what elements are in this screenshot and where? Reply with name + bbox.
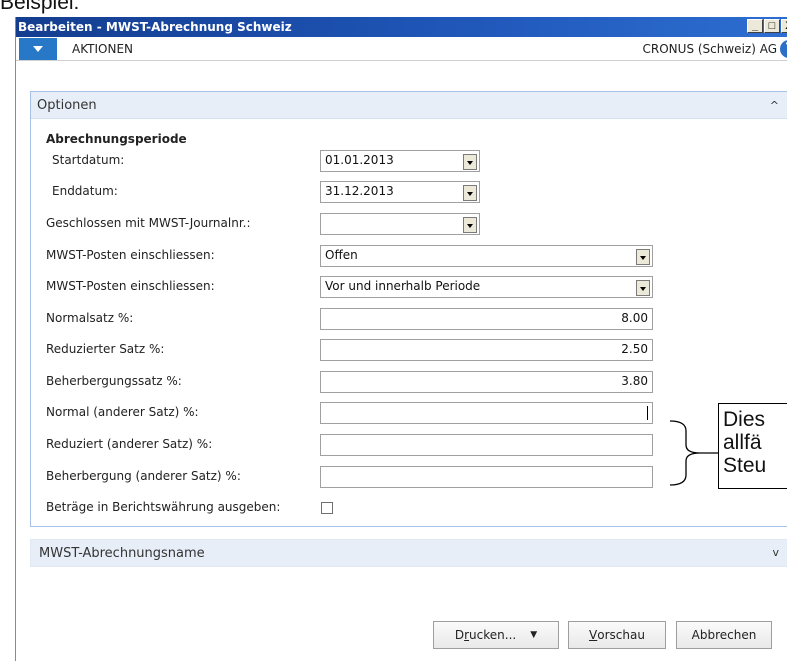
print-button-label-prefix: D xyxy=(454,628,465,642)
help-icon[interactable]: ? xyxy=(780,40,787,58)
include-entries-select-1[interactable]: Offen xyxy=(320,245,653,267)
print-button[interactable]: Dr ucken... ▼ xyxy=(433,621,559,649)
button-bar: Dr ucken... ▼ Vorschau Abbrechen xyxy=(16,621,787,651)
statement-name-fasttab-title: MWST-Abrechnungsname xyxy=(39,545,205,561)
window-titlebar[interactable]: Bearbeiten - MWST-Abrechnung Schweiz _ □… xyxy=(16,17,787,37)
lodging-rate-label: Beherbergungssatz %: xyxy=(46,374,182,388)
normal-rate-field[interactable]: 8.00 xyxy=(320,308,653,330)
maximize-button[interactable]: □ xyxy=(764,19,780,33)
text-cursor xyxy=(647,406,648,420)
print-button-label-rest: ucken... xyxy=(469,628,517,642)
normal-rate-row: Normalsatz %: 8.00 xyxy=(31,307,787,331)
collapse-chevron-icon[interactable]: ^ xyxy=(770,99,779,112)
period-group-label: Abrechnungsperiode xyxy=(46,132,187,146)
annotation-callout: Dies allfä Steu xyxy=(718,403,787,489)
preview-button-label-accesskey: V xyxy=(589,628,598,642)
include-entries-label-1: MWST-Posten einschliessen: xyxy=(46,248,215,262)
closed-journal-dropdown-button[interactable] xyxy=(463,217,477,233)
actions-tab[interactable]: AKTIONEN xyxy=(72,42,133,56)
lodging-rate-row: Beherbergungssatz %: 3.80 xyxy=(31,370,787,394)
company-name: CRONUS (Schweiz) AG xyxy=(642,42,777,56)
start-date-value: 01.01.2013 xyxy=(325,153,394,167)
start-date-field[interactable]: 01.01.2013 xyxy=(320,150,480,172)
normal-rate-label: Normalsatz %: xyxy=(46,311,134,325)
include-entries-dropdown-button-1[interactable] xyxy=(636,249,650,265)
dropdown-arrow-icon xyxy=(467,192,473,196)
chevron-down-icon xyxy=(33,45,43,52)
dropdown-arrow-icon xyxy=(467,224,473,228)
window-controls: _ □ X xyxy=(747,19,787,33)
actions-menu-button[interactable] xyxy=(19,37,57,60)
cancel-button[interactable]: Abbrechen xyxy=(676,621,772,649)
include-entries-value-1: Offen xyxy=(325,248,358,262)
document-snippet-text: Beispiel: xyxy=(0,0,80,14)
dropdown-arrow-icon xyxy=(640,287,646,291)
closed-journal-row: Geschlossen mit MWST-Journalnr.: xyxy=(31,212,787,236)
expand-chevron-icon[interactable]: v xyxy=(772,546,779,559)
callout-line-2: allfä xyxy=(723,431,762,454)
end-date-dropdown-button[interactable] xyxy=(463,185,477,201)
minimize-button[interactable]: _ xyxy=(747,19,763,33)
options-fasttab-header[interactable]: Optionen ^ xyxy=(31,92,787,119)
include-entries-row-2: MWST-Posten einschliessen: Vor und inner… xyxy=(31,275,787,299)
normal-other-rate-field[interactable] xyxy=(320,402,653,424)
lodging-other-rate-field[interactable] xyxy=(320,466,653,488)
close-button[interactable]: X xyxy=(781,19,787,33)
closed-journal-field[interactable] xyxy=(320,213,480,235)
lodging-other-rate-label: Beherbergung (anderer Satz) %: xyxy=(46,469,241,483)
preview-button-label-rest: orschau xyxy=(597,628,645,642)
currency-output-checkbox[interactable] xyxy=(321,502,333,514)
end-date-row: Enddatum: 31.12.2013 xyxy=(31,180,787,204)
end-date-field[interactable]: 31.12.2013 xyxy=(320,181,480,203)
start-date-row: Startdatum: 01.01.2013 xyxy=(31,149,787,173)
include-entries-label-2: MWST-Posten einschliessen: xyxy=(46,279,215,293)
curly-brace-icon xyxy=(669,420,718,486)
callout-line-3: Steu xyxy=(723,454,767,477)
ribbon-toolbar: AKTIONEN CRONUS (Schweiz) AG ? xyxy=(16,37,787,61)
statement-name-fasttab[interactable]: MWST-Abrechnungsname v xyxy=(30,539,787,567)
include-entries-value-2: Vor und innerhalb Periode xyxy=(325,279,481,293)
callout-line-1: Dies xyxy=(723,408,766,431)
reduced-rate-field[interactable]: 2.50 xyxy=(320,339,653,361)
reduced-rate-label: Reduzierter Satz %: xyxy=(46,342,165,356)
report-request-window: Bearbeiten - MWST-Abrechnung Schweiz _ □… xyxy=(15,17,787,661)
window-title: Bearbeiten - MWST-Abrechnung Schweiz xyxy=(18,20,292,34)
start-date-label: Startdatum: xyxy=(52,153,125,167)
dropdown-arrow-icon xyxy=(467,161,473,165)
include-entries-select-2[interactable]: Vor und innerhalb Periode xyxy=(320,276,653,298)
closed-journal-label: Geschlossen mit MWST-Journalnr.: xyxy=(46,216,251,230)
currency-output-label: Beträge in Berichtswährung ausgeben: xyxy=(46,500,281,514)
normal-other-rate-label: Normal (anderer Satz) %: xyxy=(46,405,199,419)
dropdown-arrow-icon xyxy=(640,256,646,260)
include-entries-row-1: MWST-Posten einschliessen: Offen xyxy=(31,244,787,268)
page: Beispiel: Bearbeiten - MWST-Abrechnung S… xyxy=(0,0,787,661)
content-area: Optionen ^ Abrechnungsperiode Startdatum… xyxy=(16,61,787,661)
currency-output-row: Beträge in Berichtswährung ausgeben: xyxy=(31,496,787,520)
end-date-label: Enddatum: xyxy=(52,184,118,198)
reduced-other-rate-label: Reduziert (anderer Satz) %: xyxy=(46,437,213,451)
lodging-rate-field[interactable]: 3.80 xyxy=(320,371,653,393)
print-menu-arrow-icon[interactable]: ▼ xyxy=(530,630,537,640)
reduced-other-rate-field[interactable] xyxy=(320,434,653,456)
reduced-rate-row: Reduzierter Satz %: 2.50 xyxy=(31,338,787,362)
options-fasttab-title: Optionen xyxy=(37,97,97,113)
end-date-value: 31.12.2013 xyxy=(325,184,394,198)
start-date-dropdown-button[interactable] xyxy=(463,154,477,170)
include-entries-dropdown-button-2[interactable] xyxy=(636,280,650,296)
preview-button[interactable]: Vorschau xyxy=(568,621,666,649)
